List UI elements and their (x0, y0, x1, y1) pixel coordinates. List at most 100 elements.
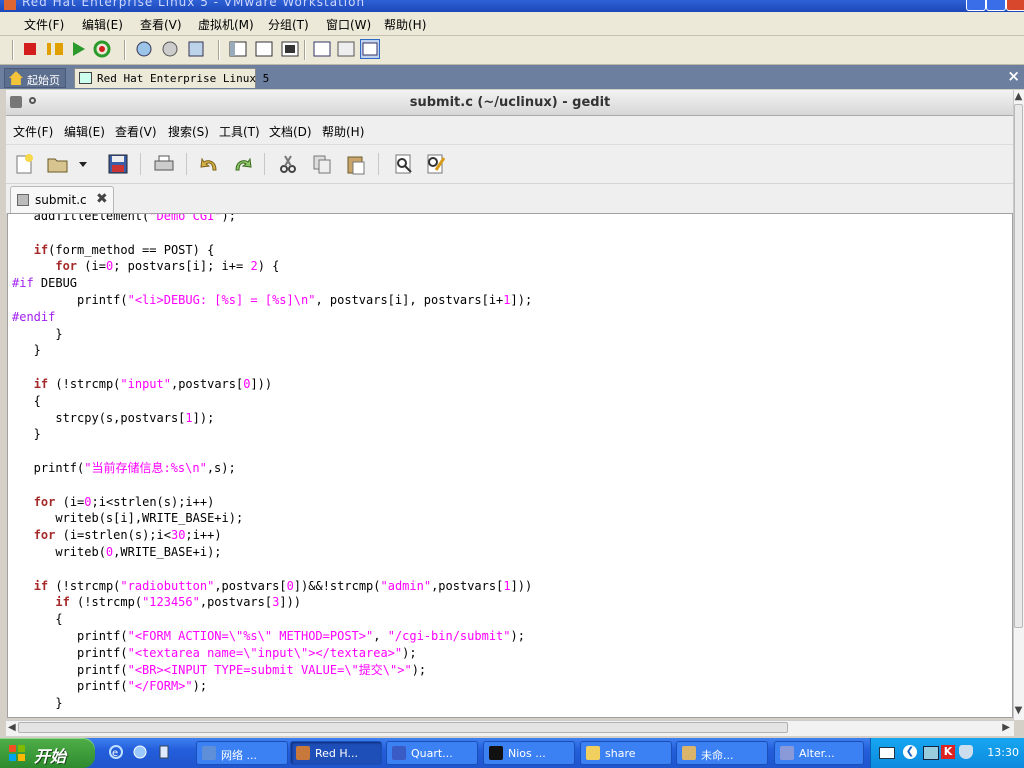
code-line: if (!strcmp("123456",postvars[3])) (55, 595, 302, 610)
print-button[interactable] (152, 153, 176, 175)
undo-button[interactable] (198, 153, 222, 175)
copy-button[interactable] (310, 153, 334, 175)
code-line: writeb(s[i],WRITE_BASE+i); (12, 511, 244, 526)
scroll-down-icon[interactable]: ▼ (1013, 704, 1024, 718)
close-icon[interactable]: ✖ (96, 191, 108, 207)
taskbar-button-altera[interactable]: Alter... (774, 741, 864, 765)
menu-help[interactable]: 帮助(H) (322, 123, 364, 140)
menu-edit[interactable]: 编辑(E) (64, 123, 105, 140)
gedit-menubar: 文件(F) 编辑(E) 查看(V) 搜索(S) 工具(T) 文档(D) 帮助(H… (6, 116, 1014, 145)
taskbar-button-paint[interactable]: 未命... (676, 741, 768, 765)
home-icon (9, 71, 23, 85)
suspend-button[interactable] (44, 39, 64, 59)
quick-switch-icon[interactable] (280, 39, 300, 59)
folder-icon (586, 746, 600, 760)
tab-rhel[interactable]: Red Hat Enterprise Linux 5 (74, 68, 269, 88)
menu-search[interactable]: 搜索(S) (168, 123, 209, 140)
open-button[interactable] (46, 153, 70, 175)
menu-documents[interactable]: 文档(D) (269, 123, 312, 140)
scroll-right-icon[interactable]: ▶ (1002, 721, 1010, 735)
start-button[interactable]: 开始 (0, 738, 95, 768)
taskbar-button-network[interactable]: 网络 ... (196, 741, 288, 765)
windows-logo-icon (9, 745, 25, 761)
media-quicklaunch-icon[interactable] (156, 744, 172, 760)
snapshot-manager-icon[interactable] (186, 39, 206, 59)
vm-menu-edit[interactable]: 编辑(E) (82, 16, 123, 33)
shield-icon[interactable] (959, 745, 973, 759)
code-line: } (12, 326, 63, 341)
scroll-left-icon[interactable]: ◀ (8, 721, 16, 735)
vm-tabs-icon[interactable] (360, 39, 380, 59)
find-button[interactable] (392, 153, 416, 175)
code-line: } (12, 343, 41, 358)
minimize-button[interactable] (966, 0, 986, 11)
open-recent-chevron-down-icon[interactable] (76, 153, 90, 175)
reset-button[interactable] (92, 39, 112, 59)
tab-home[interactable]: 起始页 (4, 68, 66, 88)
taskbar-button-terminal[interactable]: Nios ... (483, 741, 575, 765)
antivirus-icon[interactable]: K (941, 745, 955, 759)
code-line: printf("<li>DEBUG: [%s] = [%s]\n", postv… (12, 292, 533, 307)
snapshot-icon[interactable] (134, 39, 154, 59)
tab-submit-c[interactable]: submit.c ✖ (10, 186, 114, 213)
scroll-up-icon[interactable]: ▲ (1013, 90, 1024, 104)
code-line: } (12, 427, 41, 442)
network-icon (202, 746, 216, 760)
find-replace-button[interactable] (424, 153, 448, 175)
code-line: for (i=0;i<strlen(s);i++) (33, 494, 215, 509)
tray-chevron-icon[interactable]: ❮ (903, 745, 917, 759)
save-button[interactable] (106, 153, 130, 175)
vm-menu-vm[interactable]: 虚拟机(M) (198, 16, 254, 33)
code-line: #if DEBUG (12, 276, 78, 291)
taskbar-button-folder[interactable]: share (580, 741, 672, 765)
power-off-button[interactable] (20, 39, 40, 59)
show-sidebar-icon[interactable] (228, 39, 248, 59)
gedit-toolbar (6, 145, 1014, 184)
vertical-scrollbar-thumb[interactable] (1014, 104, 1023, 628)
vm-menu-window[interactable]: 窗口(W) (326, 16, 371, 33)
network-tray-icon[interactable] (923, 746, 939, 760)
window-close-button[interactable] (1006, 0, 1024, 11)
vm-menu-view[interactable]: 查看(V) (140, 16, 182, 33)
close-tab-icon[interactable]: × (1007, 67, 1020, 85)
new-document-button[interactable] (12, 153, 36, 175)
vmware-icon (296, 746, 310, 760)
menu-tools[interactable]: 工具(T) (219, 123, 260, 140)
fullscreen-icon[interactable] (254, 39, 274, 59)
taskbar-button-label: share (605, 747, 636, 760)
text-editor[interactable]: addTitleElement("Demo CGI"); if(form_met… (7, 213, 1013, 718)
code-line: { (12, 612, 63, 627)
vm-menu-file[interactable]: 文件(F) (24, 16, 64, 33)
browser-quicklaunch-icon[interactable] (132, 744, 148, 760)
keyboard-icon[interactable] (879, 747, 895, 759)
altera-icon (780, 746, 794, 760)
taskbar-button-label: 网络 ... (221, 749, 257, 762)
menu-file[interactable]: 文件(F) (13, 123, 53, 140)
cut-button[interactable] (276, 153, 300, 175)
horizontal-scrollbar-thumb[interactable] (18, 722, 788, 733)
code-line: } (12, 696, 63, 711)
maximize-button[interactable] (986, 0, 1006, 11)
code-line: printf("<textarea name=\"input\"></texta… (12, 645, 417, 660)
code-line: if (!strcmp("radiobutton",postvars[0])&&… (33, 578, 533, 593)
redo-button[interactable] (230, 153, 254, 175)
code-line: printf("<FORM ACTION=\"%s\" METHOD=POST>… (12, 628, 525, 643)
paste-button[interactable] (344, 153, 368, 175)
taskbar-button-vmware[interactable]: Red H... (290, 741, 382, 765)
vmware-title-bar: Red Hat Enterprise Linux 5 - VMware Work… (0, 0, 1024, 12)
terminal-icon (489, 746, 503, 760)
taskbar-button-quartus[interactable]: Quart... (386, 741, 478, 765)
vm-summary-icon[interactable] (312, 39, 332, 59)
menu-view[interactable]: 查看(V) (115, 123, 157, 140)
revert-snapshot-icon[interactable] (160, 39, 180, 59)
power-on-button[interactable] (68, 39, 88, 59)
vm-menu-help[interactable]: 帮助(H) (384, 16, 426, 33)
vm-console-icon[interactable] (336, 39, 356, 59)
taskbar-button-label: Quart... (411, 747, 453, 760)
code-line: if (!strcmp("input",postvars[0])) (33, 376, 273, 391)
internet-explorer-icon[interactable]: e (108, 744, 124, 760)
vm-menu-team[interactable]: 分组(T) (268, 16, 309, 33)
